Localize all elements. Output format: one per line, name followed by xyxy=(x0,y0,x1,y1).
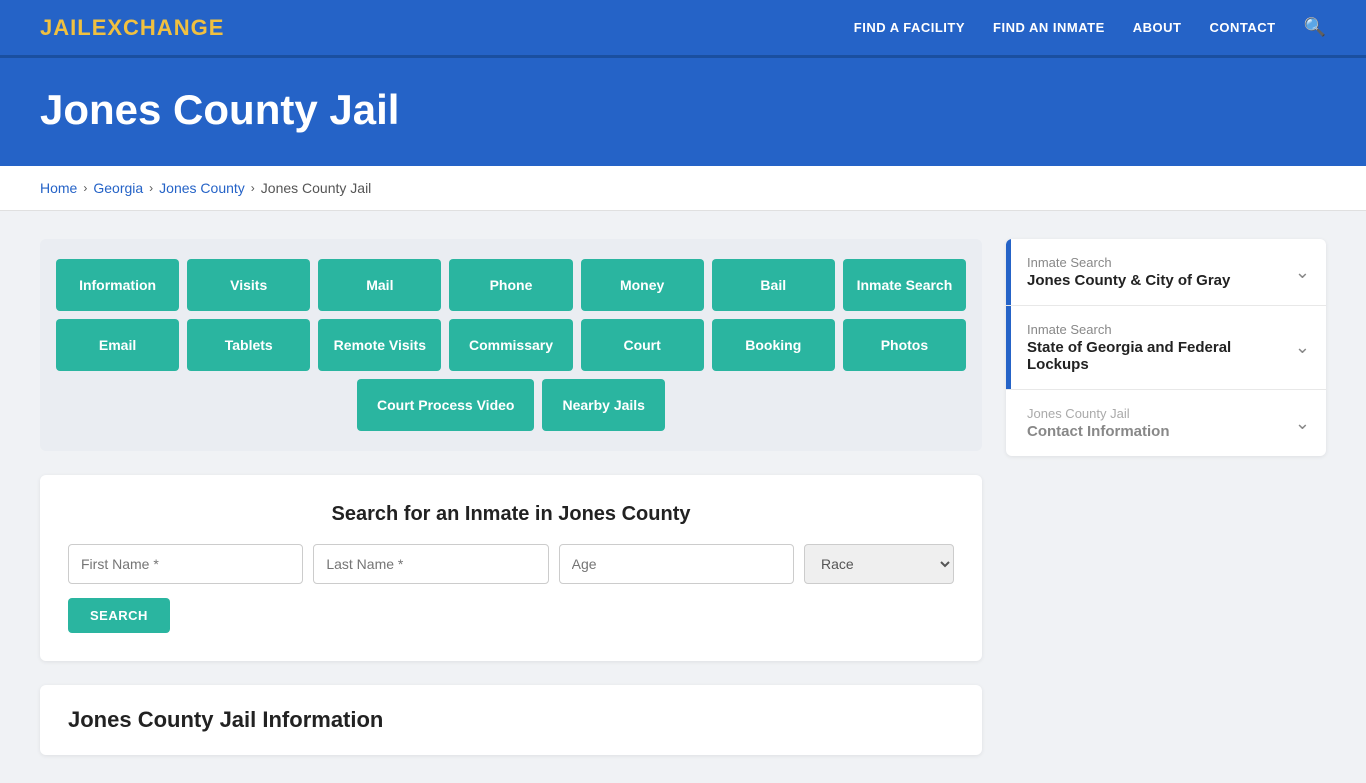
sidebar-title-1: Jones County & City of Gray xyxy=(1027,272,1263,289)
search-button[interactable]: SEARCH xyxy=(68,598,170,633)
btn-bail[interactable]: Bail xyxy=(712,259,835,311)
left-column: Information Visits Mail Phone Money Bail… xyxy=(40,239,982,755)
breadcrumb-sep-1: › xyxy=(83,181,87,195)
chevron-down-icon-2[interactable]: ⌄ xyxy=(1279,306,1326,389)
btn-commissary[interactable]: Commissary xyxy=(449,319,572,371)
sidebar-card: Inmate Search Jones County & City of Gra… xyxy=(1006,239,1326,456)
logo[interactable]: JAILEXCHANGE xyxy=(40,15,224,41)
button-row-1: Information Visits Mail Phone Money Bail… xyxy=(56,259,966,311)
right-sidebar: Inmate Search Jones County & City of Gra… xyxy=(1006,239,1326,456)
button-row-2: Email Tablets Remote Visits Commissary C… xyxy=(56,319,966,371)
age-input[interactable] xyxy=(559,544,794,584)
btn-nearby-jails[interactable]: Nearby Jails xyxy=(542,379,665,431)
info-title: Jones County Jail Information xyxy=(68,707,954,733)
nav-contact[interactable]: CONTACT xyxy=(1209,20,1275,35)
sidebar-item-inmate-search-jones[interactable]: Inmate Search Jones County & City of Gra… xyxy=(1006,239,1326,306)
chevron-down-icon-1[interactable]: ⌄ xyxy=(1279,239,1326,305)
last-name-input[interactable] xyxy=(313,544,548,584)
sidebar-sub-3: Jones County Jail xyxy=(1027,406,1263,421)
breadcrumb-bar: Home › Georgia › Jones County › Jones Co… xyxy=(0,166,1366,211)
search-fields: Race White Black Hispanic Asian Other xyxy=(68,544,954,584)
breadcrumb-state[interactable]: Georgia xyxy=(93,180,143,196)
breadcrumb: Home › Georgia › Jones County › Jones Co… xyxy=(40,180,1326,196)
btn-tablets[interactable]: Tablets xyxy=(187,319,310,371)
race-select[interactable]: Race White Black Hispanic Asian Other xyxy=(804,544,954,584)
btn-remote-visits[interactable]: Remote Visits xyxy=(318,319,441,371)
btn-phone[interactable]: Phone xyxy=(449,259,572,311)
first-name-input[interactable] xyxy=(68,544,303,584)
sidebar-sub-2: Inmate Search xyxy=(1027,322,1263,337)
breadcrumb-sep-2: › xyxy=(149,181,153,195)
btn-booking[interactable]: Booking xyxy=(712,319,835,371)
breadcrumb-home[interactable]: Home xyxy=(40,180,77,196)
info-section: Jones County Jail Information xyxy=(40,685,982,755)
main-content: Information Visits Mail Phone Money Bail… xyxy=(0,211,1366,783)
nav-find-facility[interactable]: FIND A FACILITY xyxy=(854,20,965,35)
btn-email[interactable]: Email xyxy=(56,319,179,371)
button-row-3: Court Process Video Nearby Jails xyxy=(56,379,966,431)
sidebar-title-3: Contact Information xyxy=(1027,423,1263,440)
button-grid-wrapper: Information Visits Mail Phone Money Bail… xyxy=(40,239,982,451)
btn-money[interactable]: Money xyxy=(581,259,704,311)
btn-photos[interactable]: Photos xyxy=(843,319,966,371)
page-title: Jones County Jail xyxy=(40,86,1326,134)
nav-about[interactable]: ABOUT xyxy=(1133,20,1182,35)
sidebar-item-inmate-search-state[interactable]: Inmate Search State of Georgia and Feder… xyxy=(1006,306,1326,390)
navbar: JAILEXCHANGE FIND A FACILITY FIND AN INM… xyxy=(0,0,1366,58)
nav-find-inmate[interactable]: FIND AN INMATE xyxy=(993,20,1105,35)
search-title: Search for an Inmate in Jones County xyxy=(68,503,954,526)
sidebar-item-contact-info[interactable]: Jones County Jail Contact Information ⌄ xyxy=(1006,390,1326,456)
btn-court-process-video[interactable]: Court Process Video xyxy=(357,379,534,431)
nav-links: FIND A FACILITY FIND AN INMATE ABOUT CON… xyxy=(854,17,1326,38)
sidebar-sub-1: Inmate Search xyxy=(1027,255,1263,270)
breadcrumb-county[interactable]: Jones County xyxy=(159,180,245,196)
sidebar-title-2: State of Georgia and Federal Lockups xyxy=(1027,339,1263,373)
search-icon[interactable]: 🔍 xyxy=(1304,17,1326,38)
chevron-down-icon-3[interactable]: ⌄ xyxy=(1279,390,1326,456)
btn-court[interactable]: Court xyxy=(581,319,704,371)
inmate-search-section: Search for an Inmate in Jones County Rac… xyxy=(40,475,982,661)
logo-jail: JAIL xyxy=(40,15,92,40)
hero-banner: Jones County Jail xyxy=(0,58,1366,166)
logo-exchange-highlight: EXCHANGE xyxy=(92,15,225,40)
breadcrumb-current: Jones County Jail xyxy=(261,180,372,196)
btn-visits[interactable]: Visits xyxy=(187,259,310,311)
breadcrumb-sep-3: › xyxy=(251,181,255,195)
btn-inmate-search[interactable]: Inmate Search xyxy=(843,259,966,311)
btn-mail[interactable]: Mail xyxy=(318,259,441,311)
btn-information[interactable]: Information xyxy=(56,259,179,311)
